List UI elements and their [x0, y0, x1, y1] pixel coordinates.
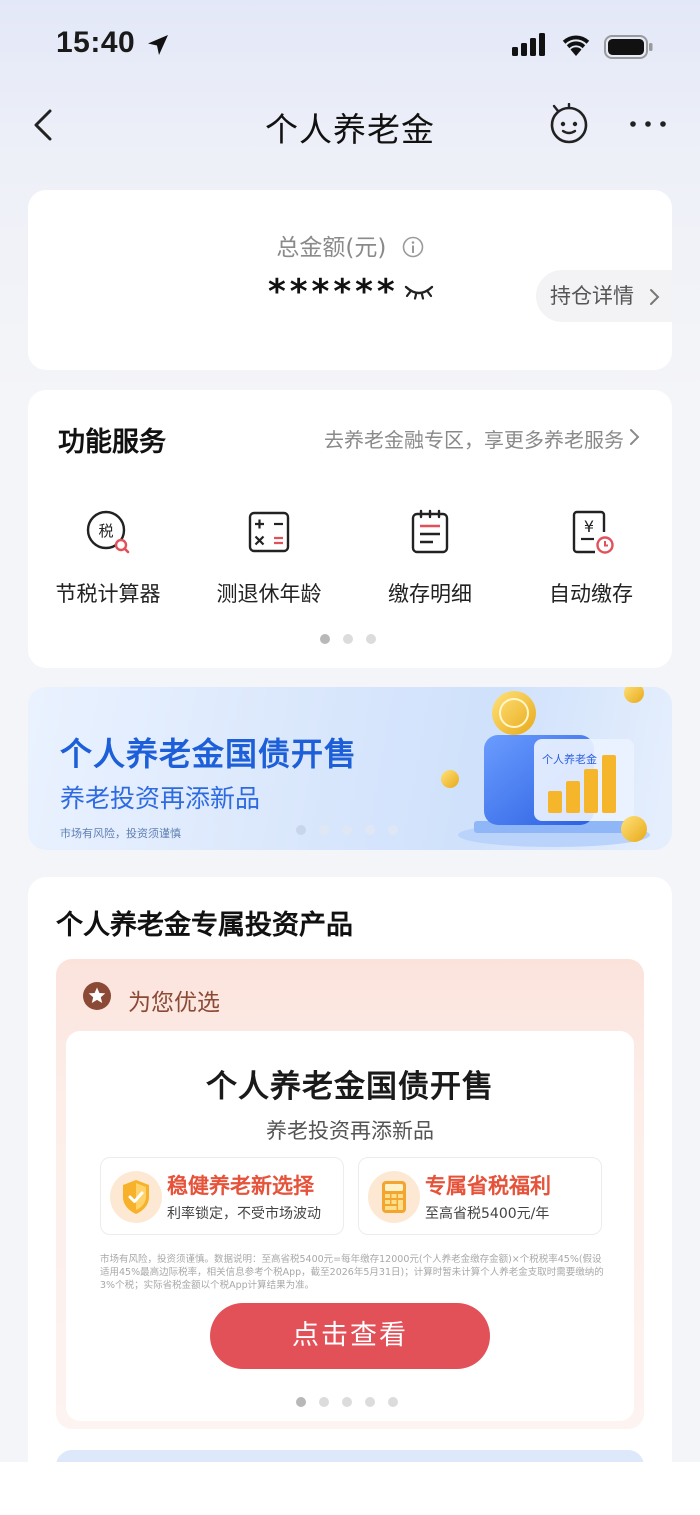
service-item-auto-deposit[interactable]: ¥ 自动缴存 — [511, 508, 671, 608]
feature-stable-pension: 稳健养老新选择 利率锁定，不受市场波动 — [100, 1157, 344, 1235]
page-dot — [342, 825, 352, 835]
service-item-label: 节税计算器 — [55, 582, 161, 606]
page-dot — [320, 634, 330, 644]
nav-bar: 个人养老金 — [0, 95, 700, 155]
notepad-icon — [411, 509, 449, 554]
location-arrow-icon — [148, 35, 168, 55]
robot-assistant-icon[interactable] — [548, 103, 590, 145]
page-dot — [296, 1397, 306, 1407]
chevron-right-icon — [650, 289, 660, 305]
auto-deposit-icon: ¥ — [572, 510, 614, 554]
service-item-deposit-detail[interactable]: 缴存明细 — [350, 508, 510, 608]
holding-detail-button[interactable]: 持仓详情 — [536, 270, 672, 322]
wifi-icon — [562, 35, 590, 56]
page-dot — [388, 825, 398, 835]
tax-calculator-icon: 税 — [86, 510, 130, 554]
page-dot — [343, 634, 353, 644]
service-item-label: 缴存明细 — [388, 582, 472, 606]
cellular-signal-icon — [512, 33, 545, 56]
eye-closed-icon[interactable] — [404, 282, 434, 302]
risk-disclaimer: 市场有风险，投资须谨慎。数据说明：至高省税5400元=每年缴存12000元(个人… — [100, 1254, 604, 1291]
status-bar: 15:40 — [0, 0, 700, 95]
pension-illustration: 个人养老金 — [441, 687, 650, 847]
illustration-label: 个人养老金 — [542, 752, 597, 766]
total-label-row: 总金额(元) — [28, 228, 672, 262]
exclusive-products-card: 个人养老金专属投资产品 为您优选 个人养老金国债开售 养老投资再添新品 稳健养老… — [28, 877, 672, 1462]
banner-title: 个人养老金国债开售 — [60, 735, 358, 773]
total-amount-value: ****** — [268, 272, 399, 312]
services-page-indicator — [320, 634, 376, 644]
battery-icon — [604, 35, 653, 59]
service-item-label: 自动缴存 — [549, 582, 633, 606]
service-item-tax-calculator[interactable]: 税 节税计算器 — [28, 508, 188, 608]
page-dot — [296, 825, 306, 835]
page-dot — [388, 1397, 398, 1407]
total-label: 总金额(元) — [276, 235, 387, 261]
feature-desc: 利率锁定，不受市场波动 — [167, 1206, 321, 1222]
feature-desc: 至高省税5400元/年 — [425, 1206, 550, 1222]
shield-icon — [110, 1171, 162, 1223]
recommended-label: 为您优选 — [128, 990, 220, 1016]
status-time: 15:40 — [56, 26, 136, 59]
feature-tax-benefit: 专属省税福利 至高省税5400元/年 — [358, 1157, 602, 1235]
page-title: 个人养老金 — [265, 110, 435, 149]
page-dot — [319, 1397, 329, 1407]
page-dot — [342, 1397, 352, 1407]
promo-banner[interactable]: 个人养老金国债开售 养老投资再添新品 市场有风险，投资须谨慎 个人养老金 — [28, 687, 672, 850]
svg-text:¥: ¥ — [584, 517, 594, 536]
next-section-peek — [56, 1450, 644, 1462]
calculator-icon — [248, 511, 290, 553]
svg-text:税: 税 — [98, 522, 113, 540]
chevron-right-icon — [630, 429, 640, 445]
products-title: 个人养老金专属投资产品 — [56, 910, 353, 941]
calculator-coin-icon — [368, 1171, 420, 1223]
function-services-card: 功能服务 去养老金融专区，享更多养老服务 税 节税计算器 测退休年龄 缴存明细 … — [28, 390, 672, 668]
page-dot — [365, 1397, 375, 1407]
product-title: 个人养老金国债开售 — [206, 1069, 494, 1105]
pension-zone-link[interactable]: 去养老金融专区，享更多养老服务 — [324, 424, 624, 453]
services-title: 功能服务 — [58, 427, 166, 458]
page-dot — [319, 825, 329, 835]
recommended-section: 为您优选 个人养老金国债开售 养老投资再添新品 稳健养老新选择 利率锁定，不受市… — [56, 959, 644, 1429]
app-screen: 15:40 个人养老金 总金额(元) ****** 持仓详情 功能服务 去养老金… — [0, 0, 700, 1462]
product-page-indicator — [296, 1397, 398, 1407]
total-amount-card: 总金额(元) ****** 持仓详情 — [28, 190, 672, 370]
service-item-label: 测退休年龄 — [216, 582, 322, 606]
view-now-button[interactable]: 点击查看 — [210, 1303, 490, 1369]
service-item-retirement-age[interactable]: 测退休年龄 — [189, 508, 349, 608]
product-subtitle: 养老投资再添新品 — [266, 1119, 434, 1143]
page-dot — [366, 634, 376, 644]
feature-title: 稳健养老新选择 — [167, 1174, 314, 1198]
banner-risk-notice: 市场有风险，投资须谨慎 — [60, 827, 181, 840]
star-badge-icon — [83, 982, 111, 1010]
holding-detail-label: 持仓详情 — [550, 284, 634, 308]
banner-page-indicator — [296, 825, 398, 835]
more-icon[interactable] — [628, 109, 668, 139]
product-card[interactable]: 个人养老金国债开售 养老投资再添新品 稳健养老新选择 利率锁定，不受市场波动 专… — [66, 1031, 634, 1421]
info-icon[interactable] — [402, 236, 424, 258]
page-dot — [365, 825, 375, 835]
feature-title: 专属省税福利 — [425, 1174, 551, 1198]
banner-subtitle: 养老投资再添新品 — [60, 784, 261, 813]
